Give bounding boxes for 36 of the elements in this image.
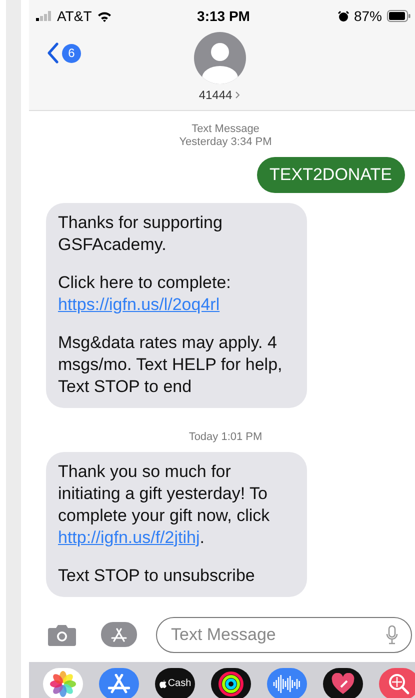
timestamp: Text Message bbox=[192, 123, 260, 136]
apple-cash-app-icon[interactable]: Cash bbox=[155, 668, 195, 698]
message-text: Text STOP to unsubscribe bbox=[58, 565, 256, 587]
chevron-left-icon bbox=[46, 42, 59, 64]
photos-app-icon[interactable] bbox=[43, 668, 83, 698]
back-button[interactable]: 6 bbox=[46, 42, 81, 64]
app-store-button[interactable] bbox=[101, 622, 137, 647]
heart-app-icon[interactable] bbox=[323, 668, 363, 698]
message-input-field[interactable]: Text Message bbox=[156, 616, 412, 652]
microphone-icon[interactable] bbox=[386, 624, 398, 644]
alarm-clock-icon bbox=[338, 10, 349, 22]
message-link[interactable]: http://igfn.us/f/2jtihj bbox=[58, 528, 200, 547]
timestamp: Today 1:01 PM bbox=[188, 431, 262, 444]
app-store-app-icon[interactable] bbox=[99, 668, 139, 698]
message-text: TEXT2DONATE bbox=[270, 164, 392, 186]
status-time: 3:13 PM bbox=[197, 8, 250, 24]
contact-name[interactable]: 41444 bbox=[198, 88, 232, 102]
audio-waveform-app-icon[interactable] bbox=[267, 668, 307, 698]
message-text: Msg&data rates may apply. 4 msgs/mo. Text HELP for help, Text STOP to end bbox=[58, 332, 284, 398]
avatar-silhouette-icon[interactable] bbox=[194, 32, 246, 84]
battery-icon bbox=[386, 10, 411, 22]
message-link[interactable]: https://igfn.us/l/2oq4rl bbox=[58, 294, 294, 316]
carrier-name: AT&T bbox=[57, 8, 92, 24]
battery-percent: 87% bbox=[354, 8, 382, 24]
wifi-icon bbox=[96, 10, 112, 22]
camera-icon bbox=[47, 624, 77, 646]
unread-count-badge: 6 bbox=[62, 44, 81, 62]
message-text: Thanks for supporting GSFAcademy. bbox=[58, 212, 224, 256]
camera-button[interactable] bbox=[47, 624, 77, 646]
message-text: Thank you so much for initiating a gift yesterday! To complete your gift now, click http://igfn.us/f/2jtihj. bbox=[58, 461, 271, 549]
app-store-icon bbox=[111, 628, 127, 642]
activity-rings-app-icon[interactable] bbox=[211, 668, 251, 698]
chevron-right-icon bbox=[235, 91, 240, 99]
timestamp: Yesterday 3:34 PM bbox=[179, 136, 272, 149]
message-text: Click here to complete: bbox=[58, 272, 232, 294]
signal-icon bbox=[36, 11, 52, 21]
